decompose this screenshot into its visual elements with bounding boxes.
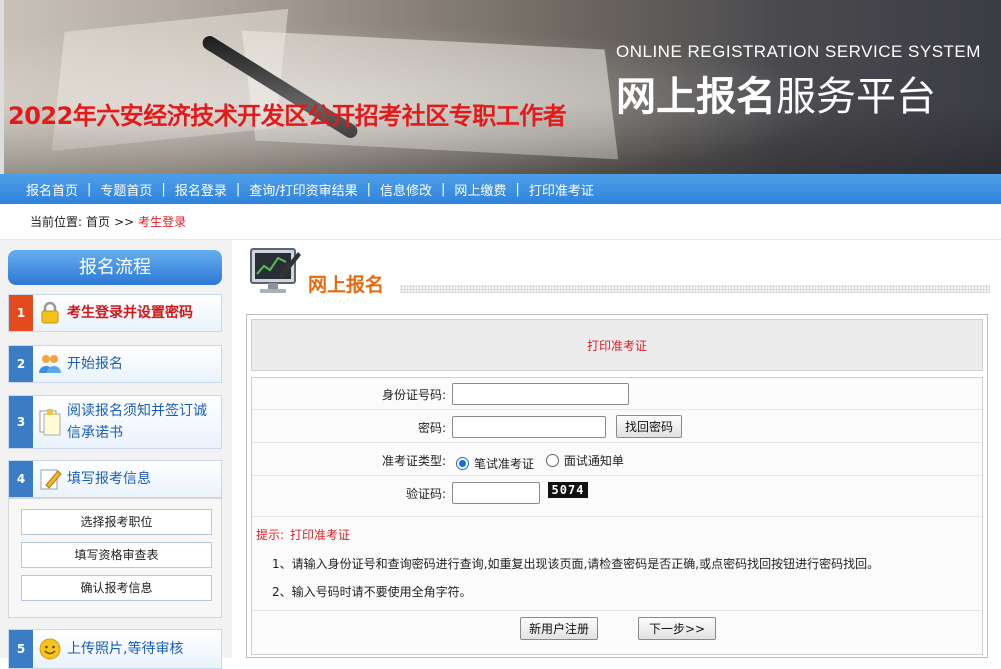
captcha-row: 验证码: 5074 — [252, 477, 982, 517]
form-actions: 新用户注册 下一步>> — [252, 610, 982, 646]
users-icon — [33, 346, 67, 382]
document-icon — [33, 396, 67, 448]
ticket-type-label: 准考证类型: — [381, 454, 446, 468]
smiley-icon — [33, 630, 67, 668]
written-ticket-radio[interactable]: 笔试准考证 — [456, 455, 534, 472]
tip-line: 1、请输入身份证号和查询密码进行查询,如重复出现该页面,请检查密码是否正确,或点… — [272, 557, 880, 571]
breadcrumb-arrow: >> — [114, 214, 135, 229]
lock-icon — [33, 295, 67, 331]
id-number-row: 身份证号码: — [252, 378, 982, 410]
header-banner: 2022年六安经济技术开发区公开招考社区专职工作者 ONLINE REGISTR… — [0, 0, 1001, 174]
panel-heading: 打印准考证 — [251, 319, 983, 371]
id-number-label: 身份证号码: — [381, 388, 446, 402]
title-dotted-rule — [400, 285, 990, 293]
id-number-input[interactable] — [452, 383, 629, 405]
main-nav: 报名首页 | 专题首页 | 报名登录 | 查询/打印资审结果 | 信息修改 | … — [0, 174, 1001, 204]
section-title-text: 网上报名 — [308, 274, 385, 296]
captcha-label: 验证码: — [405, 487, 446, 501]
system-name-cn: 网上报名服务平台 — [616, 74, 936, 120]
step-4-fill-info[interactable]: 4 填写报考信息 — [8, 460, 222, 498]
nav-link-home[interactable]: 报名首页 — [26, 180, 78, 199]
breadcrumb-prefix: 当前位置: — [30, 215, 83, 229]
password-input[interactable] — [452, 416, 606, 438]
step-5-upload-photo[interactable]: 5 上传照片,等待审核 — [8, 629, 222, 669]
confirm-info-button[interactable]: 确认报考信息 — [21, 575, 212, 601]
ticket-type-row: 准考证类型: 笔试准考证 面试通知单 — [252, 444, 982, 476]
print-ticket-panel: 打印准考证 身份证号码: 密码: 找回密码 准考证类型: 笔试准考证 面试通知单… — [246, 314, 988, 658]
interview-notice-radio[interactable]: 面试通知单 — [545, 452, 624, 469]
captcha-image[interactable]: 5074 — [548, 482, 588, 498]
nav-link-print-ticket[interactable]: 打印准考证 — [529, 180, 594, 199]
breadcrumb-home[interactable]: 首页 — [86, 213, 110, 230]
tips-heading: 提示: 打印准考证 — [256, 528, 351, 542]
password-label: 密码: — [417, 421, 446, 435]
nav-link-topic-home[interactable]: 专题首页 — [100, 180, 152, 199]
nav-link-edit-info[interactable]: 信息修改 — [380, 180, 432, 199]
password-row: 密码: 找回密码 — [252, 411, 982, 443]
breadcrumb-current: 考生登录 — [138, 215, 187, 229]
fill-qualification-button[interactable]: 填写资格审查表 — [21, 542, 212, 568]
step-1-login[interactable]: 1 考生登录并设置密码 — [8, 294, 222, 332]
step-4-substeps: 选择报考职位 填写资格审查表 确认报考信息 — [8, 498, 222, 618]
exam-title: 2022年六安经济技术开发区公开招考社区专职工作者 — [8, 102, 567, 130]
tip-line: 2、输入号码时请不要使用全角字符。 — [272, 585, 472, 599]
select-position-button[interactable]: 选择报考职位 — [21, 509, 212, 535]
next-step-button[interactable]: 下一步>> — [638, 617, 717, 640]
login-form: 身份证号码: 密码: 找回密码 准考证类型: 笔试准考证 面试通知单 验证码: … — [251, 377, 983, 655]
nav-link-query-results[interactable]: 查询/打印资审结果 — [249, 180, 357, 199]
step-2-start[interactable]: 2 开始报名 — [8, 345, 222, 383]
sidebar: 报名流程 1 考生登录并设置密码 2 开始报名 3 阅读报名须知并签订诚信承诺书… — [0, 240, 232, 669]
monitor-chart-icon — [248, 246, 302, 301]
register-button[interactable]: 新用户注册 — [520, 617, 599, 640]
breadcrumb: 当前位置: 首页 >> 考生登录 — [0, 204, 1001, 240]
nav-link-payment[interactable]: 网上缴费 — [454, 180, 506, 199]
system-name-en: ONLINE REGISTRATION SERVICE SYSTEM — [616, 42, 981, 61]
recover-password-button[interactable]: 找回密码 — [616, 415, 683, 438]
nav-link-login[interactable]: 报名登录 — [175, 180, 227, 199]
edit-icon — [33, 461, 67, 497]
sidebar-heading: 报名流程 — [8, 250, 222, 285]
captcha-input[interactable] — [452, 482, 540, 504]
step-3-read-notice[interactable]: 3 阅读报名须知并签订诚信承诺书 — [8, 395, 222, 449]
